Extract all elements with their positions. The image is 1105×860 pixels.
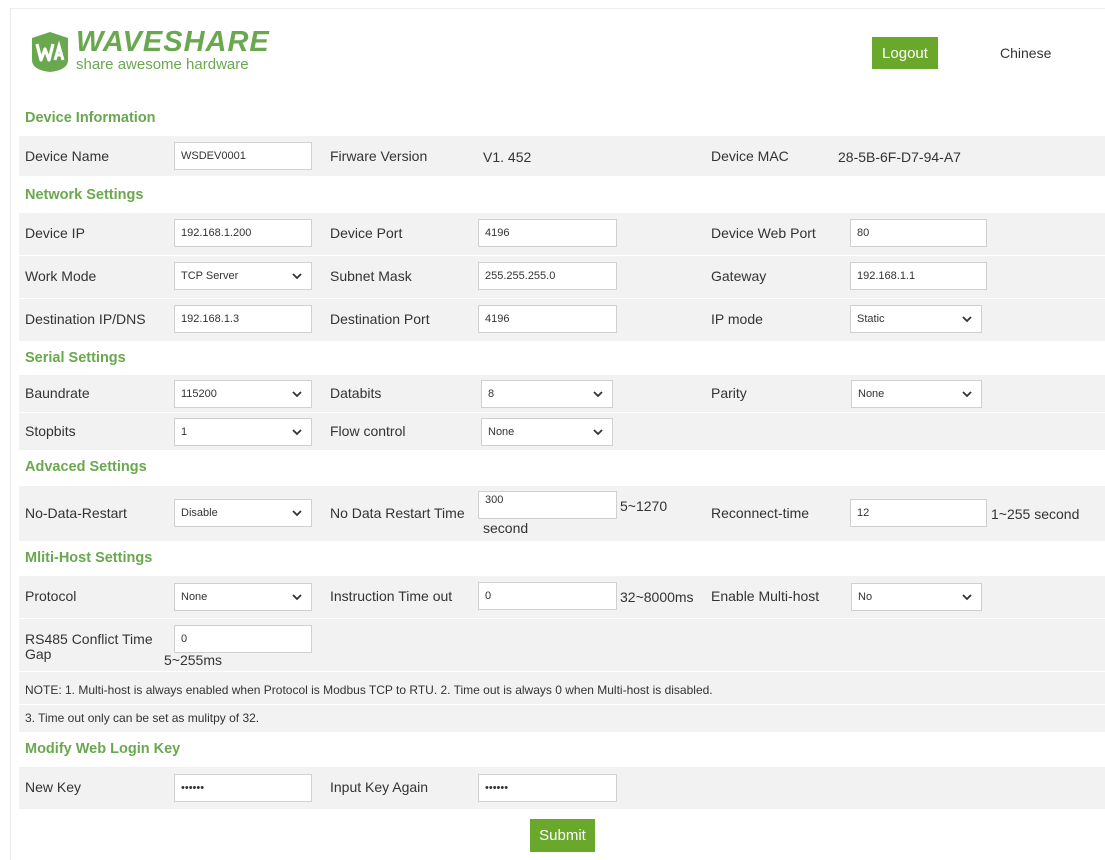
section-title-serial: Serial Settings — [25, 350, 126, 366]
no-data-restart-time-input[interactable] — [478, 491, 617, 519]
device-port-input[interactable] — [478, 219, 617, 247]
baudrate-select[interactable]: 115200 — [174, 380, 312, 408]
web-port-input[interactable] — [850, 219, 987, 247]
logo-tagline: share awesome hardware — [76, 56, 249, 73]
ip-mode-value: Static — [857, 313, 885, 325]
reconnect-time-label: Reconnect-time — [711, 505, 810, 521]
databits-select[interactable]: 8 — [481, 380, 613, 408]
multi-host-note-1: NOTE: 1. Multi-host is always enabled wh… — [25, 683, 713, 697]
gateway-input[interactable] — [850, 262, 987, 290]
chevron-down-icon — [292, 391, 302, 398]
waveshare-logo: WAVESHARE share awesome hardware — [28, 26, 270, 76]
device-port-label: Device Port — [330, 225, 403, 241]
destination-ip-label: Destination IP/DNS — [25, 311, 146, 327]
databits-label: Databits — [330, 385, 382, 401]
chevron-down-icon — [593, 429, 603, 436]
parity-label: Parity — [711, 385, 747, 401]
device-name-input[interactable] — [174, 142, 312, 170]
work-mode-select[interactable]: TCP Server — [174, 262, 312, 290]
databits-value: 8 — [488, 388, 495, 400]
rs485-conflict-label-line-2: Gap — [25, 646, 52, 662]
input-key-again-label: Input Key Again — [330, 779, 429, 795]
section-title-network: Network Settings — [25, 187, 144, 203]
section-title-login-key: Modify Web Login Key — [25, 741, 181, 757]
device-ip-input[interactable] — [174, 219, 312, 247]
protocol-value: None — [181, 591, 208, 603]
gateway-label: Gateway — [711, 268, 767, 284]
work-mode-value: TCP Server — [181, 270, 239, 282]
no-data-restart-time-range: 5~1270 — [620, 498, 668, 514]
section-title-device-info: Device Information — [25, 110, 156, 126]
section-title-advanced: Advaced Settings — [25, 459, 147, 475]
settings-page: WAVESHARE share awesome hardware Logout … — [0, 0, 1105, 860]
ip-mode-select[interactable]: Static — [850, 305, 982, 333]
firmware-label: Firware Version — [330, 148, 428, 164]
waveshare-logo-icon — [32, 32, 68, 72]
new-key-label: New Key — [25, 779, 82, 795]
device-ip-label: Device IP — [25, 225, 85, 241]
instruction-timeout-label: Instruction Time out — [330, 588, 453, 604]
destination-port-input[interactable] — [478, 305, 617, 333]
rs485-conflict-range: 5~255ms — [164, 652, 222, 668]
device-name-label: Device Name — [25, 148, 110, 164]
stopbits-select[interactable]: 1 — [174, 418, 312, 446]
flow-control-select[interactable]: None — [481, 418, 613, 446]
stopbits-value: 1 — [181, 426, 188, 438]
protocol-label: Protocol — [25, 588, 77, 604]
reconnect-time-range: 1~255 second — [991, 506, 1080, 522]
instruction-timeout-input[interactable] — [478, 582, 617, 610]
subnet-mask-input[interactable] — [478, 262, 617, 290]
chevron-down-icon — [292, 429, 302, 436]
chevron-down-icon — [962, 594, 972, 601]
multi-host-note-2: 3. Time out only can be set as mulitpy o… — [25, 711, 260, 725]
enable-multi-host-value: No — [858, 591, 873, 603]
work-mode-label: Work Mode — [25, 268, 97, 284]
stopbits-label: Stopbits — [25, 423, 76, 439]
chevron-down-icon — [292, 594, 302, 601]
language-link[interactable]: Chinese — [1000, 45, 1051, 61]
logo-wordmark: WAVESHARE — [76, 26, 270, 58]
parity-value: None — [858, 388, 885, 400]
destination-ip-input[interactable] — [174, 305, 312, 333]
parity-select[interactable]: None — [851, 380, 982, 408]
reconnect-time-input[interactable] — [850, 499, 987, 527]
firmware-value: V1. 452 — [483, 149, 532, 165]
flow-control-label: Flow control — [330, 423, 406, 439]
rs485-conflict-input[interactable] — [174, 625, 312, 653]
logout-button[interactable]: Logout — [872, 37, 938, 69]
no-data-restart-time-unit: second — [483, 520, 529, 536]
rs485-conflict-label-line-1: RS485 Conflict Time — [25, 631, 153, 647]
baudrate-label: Baundrate — [25, 385, 90, 401]
section-title-multi-host: Mliti-Host Settings — [25, 550, 153, 566]
submit-button[interactable]: Submit — [530, 819, 595, 852]
chevron-down-icon — [292, 510, 302, 517]
flow-control-value: None — [488, 426, 515, 438]
destination-port-label: Destination Port — [330, 311, 430, 327]
chevron-down-icon — [292, 273, 302, 280]
web-port-label: Device Web Port — [711, 225, 816, 241]
no-data-restart-label: No-Data-Restart — [25, 505, 127, 521]
no-data-restart-time-label: No Data Restart Time — [330, 505, 465, 521]
device-mac-value: 28-5B-6F-D7-94-A7 — [838, 149, 961, 165]
input-key-again-input[interactable] — [478, 774, 617, 802]
chevron-down-icon — [593, 391, 603, 398]
enable-multi-host-select[interactable]: No — [851, 583, 982, 611]
baudrate-value: 115200 — [181, 388, 217, 400]
enable-multi-host-label: Enable Multi-host — [711, 588, 820, 604]
protocol-select[interactable]: None — [174, 583, 312, 611]
device-mac-label: Device MAC — [711, 148, 789, 164]
chevron-down-icon — [962, 391, 972, 398]
no-data-restart-value: Disable — [181, 507, 218, 519]
chevron-down-icon — [962, 316, 972, 323]
no-data-restart-select[interactable]: Disable — [174, 499, 312, 527]
instruction-timeout-range: 32~8000ms — [620, 589, 694, 605]
ip-mode-label: IP mode — [711, 311, 763, 327]
subnet-mask-label: Subnet Mask — [330, 268, 412, 284]
new-key-input[interactable] — [174, 774, 312, 802]
